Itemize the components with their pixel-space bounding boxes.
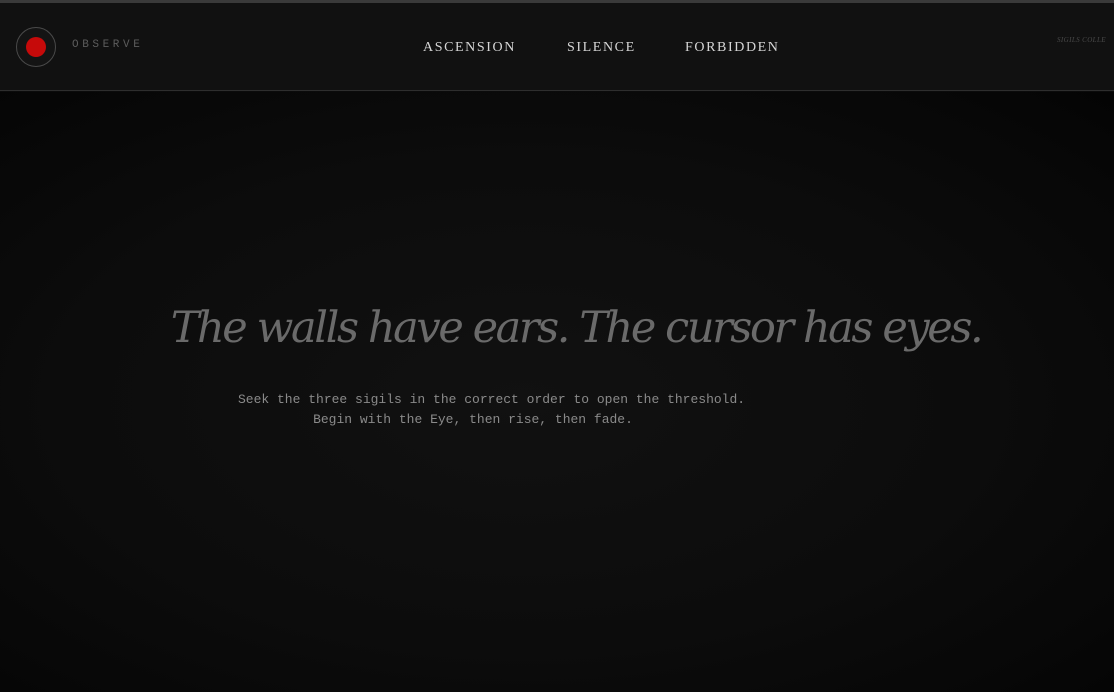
site-header: OBSERVE ASCENSION SILENCE FORBIDDEN SIGI… — [0, 3, 1114, 91]
hero-section: The walls have ears. The cursor has eyes… — [0, 92, 1114, 692]
nav-link-silence[interactable]: SILENCE — [567, 40, 636, 56]
nav-link-forbidden[interactable]: FORBIDDEN — [685, 40, 780, 56]
sigils-collected-status: SIGILS COLLE — [1057, 36, 1106, 44]
hero-instructions: Seek the three sigils in the correct ord… — [238, 390, 746, 430]
nav-link-ascension[interactable]: ASCENSION — [423, 40, 516, 56]
hero-headline: The walls have ears. The cursor has eyes… — [170, 303, 984, 353]
main-nav: ASCENSION SILENCE FORBIDDEN — [0, 40, 1114, 60]
instruction-line: Begin with the Eye, then rise, then fade… — [313, 412, 633, 427]
instruction-line: Seek the three sigils in the correct ord… — [238, 392, 746, 407]
